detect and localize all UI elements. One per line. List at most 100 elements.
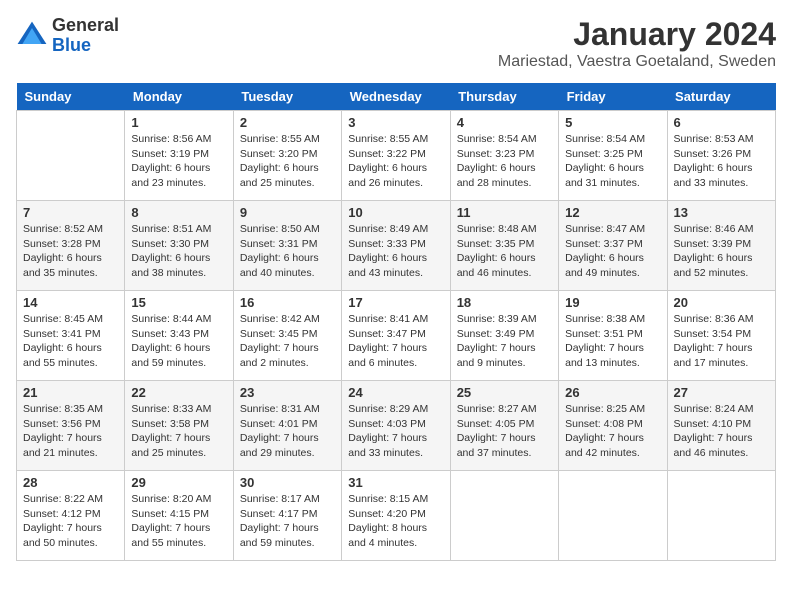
calendar-cell [450, 471, 558, 561]
day-info: Sunrise: 8:15 AMSunset: 4:20 PMDaylight:… [348, 492, 443, 551]
col-tuesday: Tuesday [233, 83, 341, 111]
day-info: Sunrise: 8:24 AMSunset: 4:10 PMDaylight:… [674, 402, 769, 461]
calendar-cell: 27 Sunrise: 8:24 AMSunset: 4:10 PMDaylig… [667, 381, 775, 471]
day-info: Sunrise: 8:35 AMSunset: 3:56 PMDaylight:… [23, 402, 118, 461]
day-info: Sunrise: 8:46 AMSunset: 3:39 PMDaylight:… [674, 222, 769, 281]
day-number: 19 [565, 295, 660, 310]
day-number: 25 [457, 385, 552, 400]
day-number: 5 [565, 115, 660, 130]
day-number: 10 [348, 205, 443, 220]
day-number: 27 [674, 385, 769, 400]
day-number: 24 [348, 385, 443, 400]
title-area: January 2024 Mariestad, Vaestra Goetalan… [498, 16, 776, 71]
day-info: Sunrise: 8:36 AMSunset: 3:54 PMDaylight:… [674, 312, 769, 371]
calendar-cell: 24 Sunrise: 8:29 AMSunset: 4:03 PMDaylig… [342, 381, 450, 471]
header-row: Sunday Monday Tuesday Wednesday Thursday… [17, 83, 776, 111]
day-info: Sunrise: 8:20 AMSunset: 4:15 PMDaylight:… [131, 492, 226, 551]
calendar-table: Sunday Monday Tuesday Wednesday Thursday… [16, 83, 776, 561]
day-number: 23 [240, 385, 335, 400]
calendar-cell: 17 Sunrise: 8:41 AMSunset: 3:47 PMDaylig… [342, 291, 450, 381]
day-info: Sunrise: 8:33 AMSunset: 3:58 PMDaylight:… [131, 402, 226, 461]
day-info: Sunrise: 8:17 AMSunset: 4:17 PMDaylight:… [240, 492, 335, 551]
day-info: Sunrise: 8:51 AMSunset: 3:30 PMDaylight:… [131, 222, 226, 281]
day-number: 18 [457, 295, 552, 310]
day-number: 15 [131, 295, 226, 310]
day-number: 21 [23, 385, 118, 400]
day-number: 2 [240, 115, 335, 130]
day-info: Sunrise: 8:47 AMSunset: 3:37 PMDaylight:… [565, 222, 660, 281]
calendar-cell [559, 471, 667, 561]
day-info: Sunrise: 8:55 AMSunset: 3:22 PMDaylight:… [348, 132, 443, 191]
day-info: Sunrise: 8:38 AMSunset: 3:51 PMDaylight:… [565, 312, 660, 371]
col-wednesday: Wednesday [342, 83, 450, 111]
calendar-week-2: 14 Sunrise: 8:45 AMSunset: 3:41 PMDaylig… [17, 291, 776, 381]
month-title: January 2024 [498, 16, 776, 53]
day-number: 17 [348, 295, 443, 310]
calendar-cell: 13 Sunrise: 8:46 AMSunset: 3:39 PMDaylig… [667, 201, 775, 291]
day-number: 4 [457, 115, 552, 130]
logo-text: General Blue [52, 16, 119, 56]
day-number: 31 [348, 475, 443, 490]
day-number: 3 [348, 115, 443, 130]
calendar-cell: 15 Sunrise: 8:44 AMSunset: 3:43 PMDaylig… [125, 291, 233, 381]
day-number: 28 [23, 475, 118, 490]
calendar-cell: 12 Sunrise: 8:47 AMSunset: 3:37 PMDaylig… [559, 201, 667, 291]
calendar-cell: 31 Sunrise: 8:15 AMSunset: 4:20 PMDaylig… [342, 471, 450, 561]
calendar-cell: 9 Sunrise: 8:50 AMSunset: 3:31 PMDayligh… [233, 201, 341, 291]
day-number: 30 [240, 475, 335, 490]
day-number: 13 [674, 205, 769, 220]
logo-general-text: General [52, 16, 119, 36]
calendar-cell: 5 Sunrise: 8:54 AMSunset: 3:25 PMDayligh… [559, 111, 667, 201]
calendar-cell: 4 Sunrise: 8:54 AMSunset: 3:23 PMDayligh… [450, 111, 558, 201]
day-number: 12 [565, 205, 660, 220]
day-info: Sunrise: 8:42 AMSunset: 3:45 PMDaylight:… [240, 312, 335, 371]
day-info: Sunrise: 8:39 AMSunset: 3:49 PMDaylight:… [457, 312, 552, 371]
calendar-cell: 8 Sunrise: 8:51 AMSunset: 3:30 PMDayligh… [125, 201, 233, 291]
calendar-cell: 23 Sunrise: 8:31 AMSunset: 4:01 PMDaylig… [233, 381, 341, 471]
calendar-week-1: 7 Sunrise: 8:52 AMSunset: 3:28 PMDayligh… [17, 201, 776, 291]
day-number: 1 [131, 115, 226, 130]
calendar-cell: 14 Sunrise: 8:45 AMSunset: 3:41 PMDaylig… [17, 291, 125, 381]
day-info: Sunrise: 8:54 AMSunset: 3:25 PMDaylight:… [565, 132, 660, 191]
col-friday: Friday [559, 83, 667, 111]
calendar-cell: 26 Sunrise: 8:25 AMSunset: 4:08 PMDaylig… [559, 381, 667, 471]
calendar-cell: 19 Sunrise: 8:38 AMSunset: 3:51 PMDaylig… [559, 291, 667, 381]
calendar-cell: 20 Sunrise: 8:36 AMSunset: 3:54 PMDaylig… [667, 291, 775, 381]
col-monday: Monday [125, 83, 233, 111]
day-info: Sunrise: 8:55 AMSunset: 3:20 PMDaylight:… [240, 132, 335, 191]
day-number: 20 [674, 295, 769, 310]
day-number: 22 [131, 385, 226, 400]
logo-icon [16, 20, 48, 52]
calendar-cell: 18 Sunrise: 8:39 AMSunset: 3:49 PMDaylig… [450, 291, 558, 381]
day-info: Sunrise: 8:22 AMSunset: 4:12 PMDaylight:… [23, 492, 118, 551]
day-info: Sunrise: 8:56 AMSunset: 3:19 PMDaylight:… [131, 132, 226, 191]
calendar-week-4: 28 Sunrise: 8:22 AMSunset: 4:12 PMDaylig… [17, 471, 776, 561]
day-info: Sunrise: 8:44 AMSunset: 3:43 PMDaylight:… [131, 312, 226, 371]
day-info: Sunrise: 8:25 AMSunset: 4:08 PMDaylight:… [565, 402, 660, 461]
calendar-cell [17, 111, 125, 201]
day-info: Sunrise: 8:53 AMSunset: 3:26 PMDaylight:… [674, 132, 769, 191]
calendar-cell: 30 Sunrise: 8:17 AMSunset: 4:17 PMDaylig… [233, 471, 341, 561]
day-number: 9 [240, 205, 335, 220]
day-number: 6 [674, 115, 769, 130]
calendar-cell: 21 Sunrise: 8:35 AMSunset: 3:56 PMDaylig… [17, 381, 125, 471]
day-number: 14 [23, 295, 118, 310]
calendar-cell: 11 Sunrise: 8:48 AMSunset: 3:35 PMDaylig… [450, 201, 558, 291]
location-title: Mariestad, Vaestra Goetaland, Sweden [498, 53, 776, 71]
day-number: 16 [240, 295, 335, 310]
day-info: Sunrise: 8:48 AMSunset: 3:35 PMDaylight:… [457, 222, 552, 281]
day-info: Sunrise: 8:31 AMSunset: 4:01 PMDaylight:… [240, 402, 335, 461]
calendar-cell: 28 Sunrise: 8:22 AMSunset: 4:12 PMDaylig… [17, 471, 125, 561]
calendar-week-0: 1 Sunrise: 8:56 AMSunset: 3:19 PMDayligh… [17, 111, 776, 201]
day-info: Sunrise: 8:54 AMSunset: 3:23 PMDaylight:… [457, 132, 552, 191]
day-number: 8 [131, 205, 226, 220]
header: General Blue January 2024 Mariestad, Vae… [16, 16, 776, 71]
logo: General Blue [16, 16, 119, 56]
day-number: 11 [457, 205, 552, 220]
col-saturday: Saturday [667, 83, 775, 111]
calendar-cell: 2 Sunrise: 8:55 AMSunset: 3:20 PMDayligh… [233, 111, 341, 201]
calendar-cell [667, 471, 775, 561]
calendar-cell: 6 Sunrise: 8:53 AMSunset: 3:26 PMDayligh… [667, 111, 775, 201]
calendar-cell: 7 Sunrise: 8:52 AMSunset: 3:28 PMDayligh… [17, 201, 125, 291]
day-number: 7 [23, 205, 118, 220]
